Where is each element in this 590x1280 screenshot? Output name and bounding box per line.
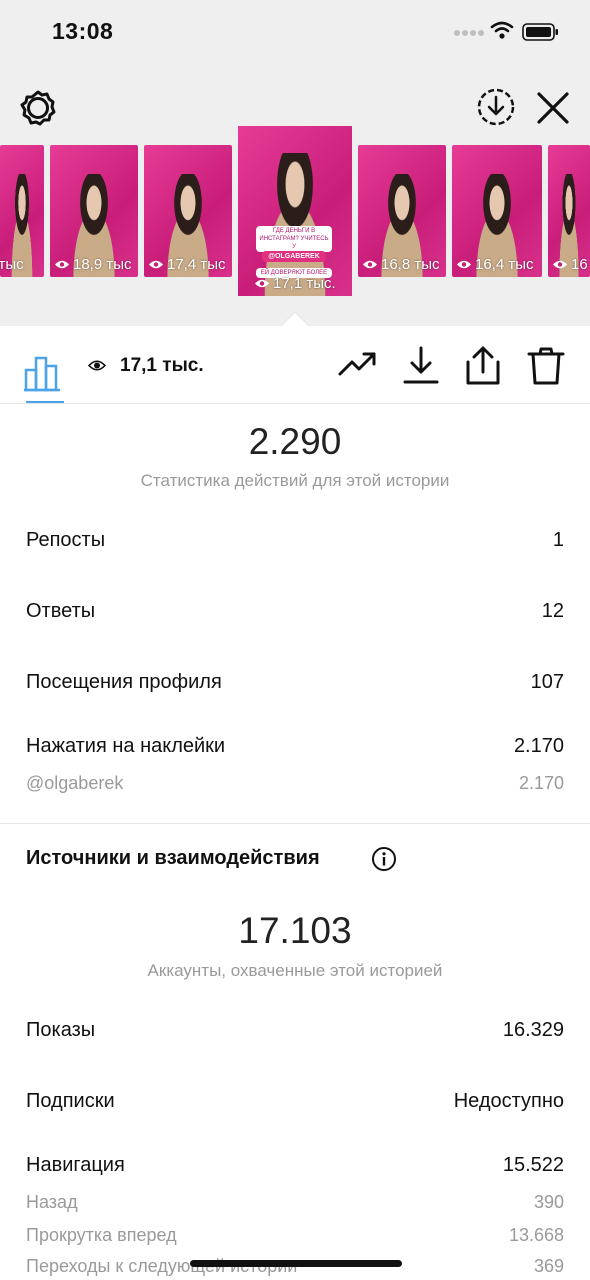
- trash-icon[interactable]: [526, 346, 566, 386]
- stat-value-sticker-taps: 2.170: [513, 735, 564, 757]
- story-preview-area: 13:08 4 тыс 18,9 тыс: [0, 0, 590, 327]
- stat-value-profile-visits: 107: [530, 671, 564, 693]
- insights-bar-chart-icon[interactable]: [22, 344, 66, 404]
- selection-pointer: [280, 311, 310, 327]
- selected-story-views: 17,1 тыс.: [254, 275, 336, 292]
- eye-icon: [363, 260, 377, 269]
- thumbnail-views: 16,8 тыс: [362, 256, 440, 273]
- views-count: 17,1 тыс.: [120, 355, 204, 376]
- stat-value-navigation: 15.522: [502, 1154, 564, 1176]
- sticker-detail-label: @olgaberek: [26, 773, 124, 793]
- accounts-reached-caption: Аккаунты, охваченные этой историей: [147, 961, 443, 980]
- stat-label-shares: Репосты: [26, 529, 106, 551]
- eye-icon: [55, 260, 69, 269]
- stat-value-shares: 1: [552, 529, 564, 551]
- section-divider: [0, 823, 590, 824]
- story-thumbnail[interactable]: 16,8 тыс: [358, 145, 446, 277]
- status-bar: 13:08: [0, 0, 590, 64]
- eye-icon: [553, 260, 567, 269]
- home-indicator[interactable]: [190, 1260, 402, 1267]
- status-time: 13:08: [52, 18, 114, 44]
- story-thumbnail[interactable]: 17,4 тыс: [144, 145, 232, 277]
- stat-label-navigation: Навигация: [26, 1154, 125, 1176]
- thumbnail-views: 16: [552, 256, 588, 273]
- stat-label-replies: Ответы: [26, 600, 96, 622]
- sticker-detail-value: 2.170: [518, 773, 564, 793]
- story-thumbnail[interactable]: 4 тыс: [0, 145, 44, 277]
- signal-icon: [454, 30, 484, 40]
- nav-detail-value-back: 390: [533, 1192, 564, 1212]
- nav-detail-label-back: Назад: [26, 1192, 78, 1212]
- save-story-icon-button[interactable]: [475, 86, 517, 128]
- eye-icon: [88, 360, 106, 371]
- stat-value-follows: Недоступно: [453, 1090, 564, 1112]
- stat-label-impressions: Показы: [26, 1019, 96, 1041]
- active-tab-indicator: [26, 401, 64, 403]
- stat-label-sticker-taps: Нажатия на наклейки: [26, 735, 226, 757]
- nav-detail-label-forward: Прокрутка вперед: [26, 1225, 177, 1245]
- info-icon[interactable]: [371, 846, 397, 872]
- story-thumbnail[interactable]: 16,4 тыс: [452, 145, 542, 277]
- story-question-sticker: ГДЕ ДЕНЬГИ В ИНСТАГРАМ? УЧИТЕСЬ У: [256, 226, 332, 252]
- story-thumbnail[interactable]: 16: [548, 145, 590, 277]
- eye-icon: [255, 279, 269, 288]
- nav-detail-value-next-story: 369: [533, 1256, 564, 1276]
- settings-gear-button[interactable]: [18, 88, 58, 128]
- interactions-caption: Статистика действий для этой истории: [140, 471, 450, 490]
- thumbnail-views: 4 тыс: [0, 256, 24, 273]
- eye-icon: [457, 260, 471, 269]
- section-title-discovery: Источники и взаимодействия: [26, 847, 320, 869]
- story-mention-sticker: @OLGABEREK: [262, 251, 326, 262]
- nav-detail-value-forward: 13.668: [508, 1225, 564, 1245]
- stat-label-profile-visits: Посещения профиля: [26, 671, 222, 693]
- story-toolbar: 17,1 тыс.: [0, 326, 590, 404]
- thumbnail-views: 16,4 тыс: [456, 256, 534, 273]
- download-icon[interactable]: [401, 346, 441, 386]
- battery-icon: [522, 23, 558, 41]
- story-thumbnail[interactable]: 18,9 тыс: [50, 145, 138, 277]
- stat-label-follows: Подписки: [26, 1090, 115, 1112]
- accounts-reached-total: 17.103: [238, 910, 352, 951]
- stat-value-replies: 12: [541, 600, 564, 622]
- interactions-total: 2.290: [248, 421, 342, 462]
- thumbnail-views: 17,4 тыс: [148, 256, 226, 273]
- eye-icon: [149, 260, 163, 269]
- close-button[interactable]: [533, 88, 573, 128]
- wifi-icon: [490, 21, 514, 39]
- thumbnail-views: 18,9 тыс: [54, 256, 132, 273]
- share-icon[interactable]: [463, 346, 503, 386]
- selected-story-thumbnail[interactable]: ГДЕ ДЕНЬГИ В ИНСТАГРАМ? УЧИТЕСЬ У @OLGAB…: [238, 126, 352, 296]
- promote-trending-icon[interactable]: [338, 346, 378, 386]
- stat-value-impressions: 16.329: [502, 1019, 564, 1041]
